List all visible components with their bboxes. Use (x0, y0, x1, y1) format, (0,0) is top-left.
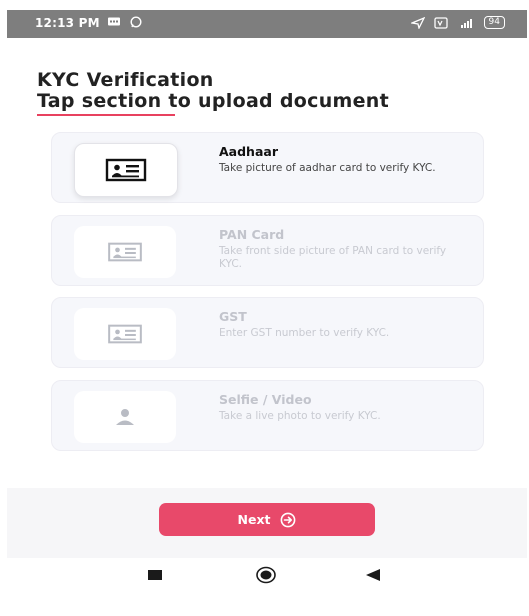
page-subtitle: Tap section to upload document (37, 90, 390, 112)
home-icon[interactable] (256, 566, 276, 584)
signal-icon (460, 18, 472, 28)
battery-indicator: 94 (483, 16, 505, 29)
location-icon (410, 16, 425, 29)
card-title: Selfie / Video (219, 392, 312, 407)
top-band (0, 0, 529, 10)
icon-box (74, 308, 176, 360)
nav-bar (0, 558, 529, 598)
volte-icon (433, 16, 448, 29)
card-aadhaar[interactable]: Aadhaar Take picture of aadhar card to v… (51, 132, 484, 203)
message-icon (108, 17, 120, 26)
card-description: Enter GST number to verify KYC. (219, 327, 390, 339)
next-button-label: Next (237, 512, 271, 527)
status-bar: 12:13 PM 94 (7, 10, 527, 38)
next-button[interactable]: Next (159, 503, 375, 536)
card-selfie-video[interactable]: Selfie / Video Take a live photo to veri… (51, 380, 484, 451)
page-title: KYC Verification (37, 69, 214, 91)
back-icon[interactable] (366, 569, 380, 581)
arrow-right-circle-icon (281, 512, 296, 527)
card-pan[interactable]: PAN Card Take front side picture of PAN … (51, 215, 484, 286)
id-card-icon (108, 324, 142, 344)
bottom-band (0, 598, 529, 616)
card-title: Aadhaar (219, 144, 278, 159)
whatsapp-icon (130, 16, 142, 28)
person-icon (116, 409, 134, 425)
title-underline (37, 114, 175, 116)
icon-box (74, 143, 178, 197)
action-band: Next (7, 488, 527, 558)
card-description: Take picture of aadhar card to verify KY… (219, 162, 436, 174)
card-description: Take a live photo to verify KYC. (219, 410, 381, 422)
card-gst[interactable]: GST Enter GST number to verify KYC. (51, 297, 484, 368)
card-title: PAN Card (219, 227, 285, 242)
status-time: 12:13 PM (35, 16, 100, 30)
icon-box (74, 226, 176, 278)
id-card-icon (105, 158, 147, 182)
kyc-screen: KYC Verification Tap section to upload d… (0, 38, 529, 578)
card-title: GST (219, 309, 247, 324)
icon-box (74, 391, 176, 443)
card-description: Take front side picture of PAN card to v… (219, 245, 447, 270)
id-card-icon (108, 242, 142, 262)
recents-icon[interactable] (148, 570, 162, 580)
